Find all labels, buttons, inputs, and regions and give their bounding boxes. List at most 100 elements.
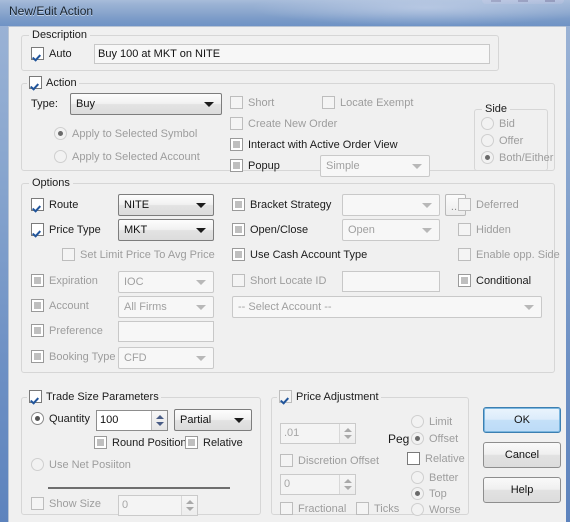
help-button[interactable]: Help — [483, 477, 561, 503]
show-size-stepper[interactable]: 0 — [118, 495, 198, 516]
open-close-checkbox[interactable] — [232, 223, 245, 236]
price-offset-stepper[interactable]: .01 — [280, 423, 356, 444]
round-position-checkbox[interactable] — [94, 436, 107, 449]
show-size-value[interactable]: 0 — [119, 496, 181, 515]
peg-better-radio-row[interactable]: Better — [411, 471, 458, 484]
select-account-combo[interactable]: -- Select Account -- — [232, 296, 542, 318]
booking-type-combo[interactable]: CFD — [118, 347, 214, 369]
peg-limit-radio-row[interactable]: Limit — [411, 415, 452, 428]
action-checkbox[interactable] — [29, 76, 42, 89]
popup-mode-combo[interactable]: Simple — [320, 155, 430, 177]
set-limit-checkbox[interactable] — [62, 248, 75, 261]
spin-up-icon[interactable] — [343, 427, 352, 432]
fractional-checkbox[interactable] — [280, 502, 293, 515]
price-type-checkbox-row[interactable]: Price Type — [31, 223, 101, 236]
booking-type-checkbox-row[interactable]: Booking Type — [31, 350, 115, 363]
discretion-offset-spin-buttons[interactable] — [339, 475, 355, 494]
partial-combo[interactable]: Partial — [174, 409, 252, 431]
route-combo[interactable]: NITE — [118, 194, 214, 216]
short-locate-checkbox-row[interactable]: Short Locate ID — [232, 274, 326, 287]
side-offer-row[interactable]: Offer — [481, 134, 523, 147]
enable-opp-side-checkbox[interactable] — [458, 248, 471, 261]
preference-checkbox[interactable] — [31, 324, 44, 337]
price-relative-checkbox[interactable] — [407, 452, 420, 465]
peg-better-radio[interactable] — [411, 471, 424, 484]
locate-exempt-checkbox[interactable] — [322, 96, 335, 109]
short-checkbox[interactable] — [230, 96, 243, 109]
conditional-checkbox-row[interactable]: Conditional — [458, 274, 531, 287]
type-combo[interactable]: Buy — [70, 93, 222, 115]
use-cash-checkbox[interactable] — [232, 248, 245, 261]
interact-checkbox-row[interactable]: Interact with Active Order View — [230, 138, 398, 151]
locate-exempt-checkbox-row[interactable]: Locate Exempt — [322, 96, 413, 109]
description-input[interactable]: Buy 100 at MKT on NITE — [94, 44, 490, 64]
popup-checkbox[interactable] — [230, 159, 243, 172]
relative-size-checkbox[interactable] — [185, 436, 198, 449]
short-checkbox-row[interactable]: Short — [230, 96, 274, 109]
discretion-offset-checkbox-row[interactable]: Discretion Offset — [280, 454, 379, 467]
preference-checkbox-row[interactable]: Preference — [31, 324, 103, 337]
spin-down-icon[interactable] — [343, 486, 352, 491]
booking-type-checkbox[interactable] — [31, 350, 44, 363]
apply-account-radio[interactable] — [54, 150, 67, 163]
side-both-radio[interactable] — [481, 151, 494, 164]
short-locate-input[interactable] — [342, 271, 440, 292]
trade-size-group-label[interactable]: Trade Size Parameters — [27, 390, 161, 403]
side-offer-radio[interactable] — [481, 134, 494, 147]
spin-up-icon[interactable] — [155, 414, 164, 419]
quantity-radio-row[interactable]: Quantity — [31, 412, 90, 425]
route-checkbox-row[interactable]: Route — [31, 198, 78, 211]
use-net-position-radio[interactable] — [31, 458, 44, 471]
price-relative-checkbox-row[interactable]: Relative — [407, 452, 465, 465]
price-offset-spin-buttons[interactable] — [339, 424, 355, 443]
peg-worse-radio[interactable] — [411, 503, 424, 516]
round-position-checkbox-row[interactable]: Round Position — [94, 436, 187, 449]
account-checkbox-row[interactable]: Account — [31, 299, 89, 312]
spin-down-icon[interactable] — [155, 422, 164, 427]
preference-input[interactable] — [118, 321, 214, 342]
price-adjustment-group-label[interactable]: Price Adjustment — [277, 390, 381, 403]
peg-top-radio-row[interactable]: Top — [411, 487, 447, 500]
ticks-checkbox[interactable] — [356, 502, 369, 515]
spin-up-icon[interactable] — [343, 478, 352, 483]
apply-account-radio-row[interactable]: Apply to Selected Account — [54, 150, 200, 163]
ticks-checkbox-row[interactable]: Ticks — [356, 502, 399, 515]
window-controls[interactable] — [482, 0, 564, 4]
discretion-offset-checkbox[interactable] — [280, 454, 293, 467]
peg-limit-radio[interactable] — [411, 415, 424, 428]
spin-down-icon[interactable] — [185, 507, 194, 512]
trade-size-checkbox[interactable] — [29, 390, 42, 403]
interact-checkbox[interactable] — [230, 138, 243, 151]
price-adjustment-checkbox[interactable] — [279, 390, 292, 403]
enable-opp-side-checkbox-row[interactable]: Enable opp. Side — [458, 248, 560, 261]
quantity-stepper[interactable]: 100 — [96, 410, 168, 431]
peg-worse-radio-row[interactable]: Worse — [411, 503, 461, 516]
bracket-strategy-combo[interactable] — [342, 194, 440, 216]
short-locate-checkbox[interactable] — [232, 274, 245, 287]
fractional-checkbox-row[interactable]: Fractional — [280, 502, 346, 515]
deferred-checkbox-row[interactable]: Deferred — [458, 198, 519, 211]
quantity-value[interactable]: 100 — [97, 411, 151, 430]
create-new-order-checkbox[interactable] — [230, 117, 243, 130]
side-bid-row[interactable]: Bid — [481, 117, 515, 130]
relative-size-checkbox-row[interactable]: Relative — [185, 436, 243, 449]
price-type-checkbox[interactable] — [31, 223, 44, 236]
deferred-checkbox[interactable] — [458, 198, 471, 211]
open-close-combo[interactable]: Open — [342, 219, 440, 241]
show-size-spin-buttons[interactable] — [181, 496, 197, 515]
bracket-strategy-checkbox[interactable] — [232, 198, 245, 211]
spin-down-icon[interactable] — [343, 435, 352, 440]
apply-symbol-radio-row[interactable]: Apply to Selected Symbol — [54, 127, 197, 140]
open-close-checkbox-row[interactable]: Open/Close — [232, 223, 308, 236]
show-size-checkbox[interactable] — [31, 497, 44, 510]
expiration-checkbox[interactable] — [31, 274, 44, 287]
account-checkbox[interactable] — [31, 299, 44, 312]
discretion-offset-stepper[interactable]: 0 — [280, 474, 356, 495]
set-limit-checkbox-row[interactable]: Set Limit Price To Avg Price — [62, 248, 215, 261]
hidden-checkbox[interactable] — [458, 223, 471, 236]
expiration-combo[interactable]: IOC — [118, 271, 214, 293]
peg-offset-radio-row[interactable]: Offset — [411, 432, 458, 445]
maximize-icon[interactable] — [517, 0, 528, 2]
action-group-label[interactable]: Action — [27, 76, 79, 89]
ok-button[interactable]: OK — [483, 407, 561, 433]
